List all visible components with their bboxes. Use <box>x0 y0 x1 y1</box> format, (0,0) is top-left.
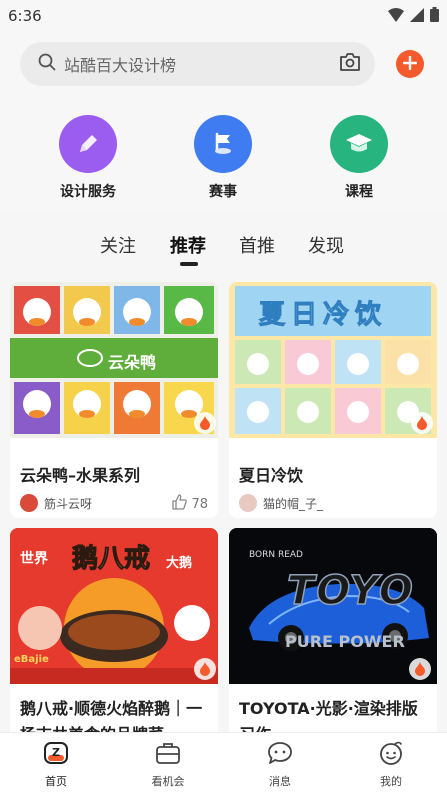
work-title: 夏日冷饮 <box>239 466 304 485</box>
work-card[interactable]: BORN READ TOYO PURE POWER TOYOTA·光影·渲染排版… <box>229 528 437 732</box>
briefcase-icon <box>155 741 181 769</box>
fire-icon <box>409 658 431 680</box>
nav-opportunities[interactable]: 看机会 <box>138 741 198 789</box>
work-title: TOYOTA·光影·渲染排版习作 <box>239 699 418 732</box>
message-icon <box>267 741 293 769</box>
author-name: 猫的帽_子_ <box>263 496 324 511</box>
signal-icon <box>410 7 424 26</box>
tab-recommend[interactable]: 推荐 <box>170 232 206 258</box>
work-cover-image: 云朵鸭 <box>10 282 218 438</box>
nav-label: 首页 <box>45 775 67 788</box>
cover-sub-text: eBajie <box>14 654 49 665</box>
work-card[interactable]: 夏日冷饮 夏日冷饮 猫的帽_子_ <box>229 282 437 518</box>
header: 站酷百大设计榜 <box>0 32 447 100</box>
search-placeholder: 站酷百大设计榜 <box>64 56 177 75</box>
work-title: 云朵鸭–水果系列 <box>20 466 141 485</box>
fire-icon <box>194 658 216 680</box>
search-icon <box>38 53 56 75</box>
tab-discover[interactable]: 发现 <box>308 232 344 258</box>
fire-icon <box>194 412 216 434</box>
author-name: 筋斗云呀 <box>44 496 93 511</box>
pen-icon <box>59 115 117 173</box>
cover-headline: TOYO <box>286 567 415 615</box>
wifi-icon <box>388 7 404 26</box>
fire-icon <box>411 412 433 434</box>
thumbs-up-icon <box>171 494 188 514</box>
work-author[interactable]: 筋斗云呀 <box>20 494 92 512</box>
work-cover-image: 夏日冷饮 <box>229 282 437 438</box>
avatar <box>20 494 38 512</box>
avatar <box>239 494 257 512</box>
cover-headline: 鹅八戒 <box>71 544 151 575</box>
profile-icon <box>378 741 404 769</box>
tab-follow[interactable]: 关注 <box>100 232 136 258</box>
cover-right-text: 大鹅 <box>166 556 193 571</box>
work-cover-image: 鹅八戒 世界 大鹅 eBajie <box>10 528 218 684</box>
nav-messages[interactable]: 消息 <box>250 741 310 789</box>
camera-icon[interactable] <box>339 52 361 76</box>
like-count[interactable]: 78 <box>171 494 208 514</box>
tab-featured[interactable]: 首推 <box>239 232 275 258</box>
category-course[interactable]: 课程 <box>314 115 404 201</box>
cover-headline: 夏日冷饮 <box>258 300 388 331</box>
flag-icon <box>194 115 252 173</box>
status-bar: 6:36 <box>0 0 447 32</box>
graduation-cap-icon <box>330 115 388 173</box>
work-cover-image: BORN READ TOYO PURE POWER <box>229 528 437 684</box>
work-author[interactable]: 猫的帽_子_ <box>239 494 323 512</box>
plus-icon <box>402 55 418 74</box>
tab-indicator <box>180 262 198 266</box>
cover-top-text: BORN READ <box>249 550 303 560</box>
category-label: 课程 <box>345 184 373 200</box>
feed-tabs: 关注 推荐 首推 发现 <box>0 212 447 270</box>
cover-left-text: 世界 <box>20 551 48 567</box>
svg-text:Z: Z <box>52 746 60 759</box>
cover-sub-text: PURE POWER <box>285 632 405 651</box>
category-design-service[interactable]: 设计服务 <box>43 115 133 201</box>
category-competition[interactable]: 赛事 <box>178 115 268 201</box>
work-card[interactable]: 云朵鸭 云朵鸭–水果系列 筋斗云呀 78 <box>10 282 218 518</box>
category-label: 赛事 <box>209 184 237 200</box>
add-button[interactable] <box>396 50 424 78</box>
nav-profile[interactable]: 我的 <box>361 741 421 789</box>
status-time: 6:36 <box>8 7 42 25</box>
search-input[interactable]: 站酷百大设计榜 <box>20 42 375 86</box>
nav-label: 看机会 <box>151 775 185 788</box>
category-row: 设计服务 赛事 课程 <box>0 100 447 212</box>
nav-home[interactable]: Z 首页 <box>26 741 86 789</box>
category-label: 设计服务 <box>60 184 116 200</box>
like-value: 78 <box>191 496 208 512</box>
work-card[interactable]: 鹅八戒 世界 大鹅 eBajie 鹅八戒·顺德火焰醉鹅｜一杨吉共美食的品牌菜 <box>10 528 218 732</box>
battery-icon <box>430 6 439 26</box>
bottom-nav: Z 首页 看机会 消息 我的 <box>0 732 447 795</box>
status-icons <box>388 6 439 26</box>
cover-logo-text: 云朵鸭 <box>108 353 157 372</box>
work-title: 鹅八戒·顺德火焰醉鹅｜一杨吉共美食的品牌菜 <box>20 699 203 732</box>
nav-label: 消息 <box>269 775 291 788</box>
feed-grid: 云朵鸭 云朵鸭–水果系列 筋斗云呀 78 夏日冷饮 夏日冷饮 猫的帽_子_ 鹅八… <box>0 272 447 732</box>
home-icon: Z <box>43 741 69 769</box>
nav-label: 我的 <box>380 775 402 788</box>
